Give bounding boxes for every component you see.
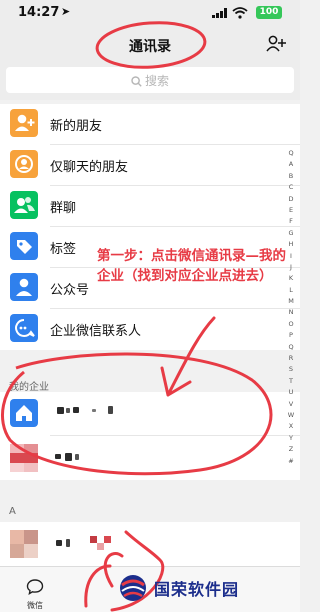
- search-input[interactable]: 搜索: [6, 67, 294, 93]
- menu-item-label: 企业微信联系人: [50, 324, 142, 339]
- alphabet-index-letter[interactable]: V: [286, 399, 296, 410]
- enterprise-list: [0, 392, 300, 480]
- status-bar: 14:27 ➤ 100: [0, 0, 300, 26]
- alphabet-index-letter[interactable]: N: [286, 307, 296, 318]
- alphabet-index-letter[interactable]: Y: [286, 433, 296, 444]
- new-friend-icon: [10, 109, 38, 137]
- menu-item-label: 仅聊天的朋友: [50, 160, 129, 175]
- alphabet-index-letter[interactable]: #: [286, 456, 296, 467]
- menu-item-label: 群聊: [50, 201, 77, 216]
- battery-indicator: 100: [256, 6, 282, 19]
- group-icon: [10, 191, 38, 219]
- section-header-enterprise: 我的企业: [9, 382, 49, 393]
- alphabet-index-letter[interactable]: G: [286, 228, 296, 239]
- alphabet-index-letter[interactable]: Q: [286, 342, 296, 353]
- menu-item-label: 标签: [50, 242, 77, 257]
- menu-item-group-chats[interactable]: 群聊: [0, 186, 300, 227]
- watermark-text: 国荣软件园: [154, 580, 240, 599]
- chat-only-icon: [10, 150, 38, 178]
- alphabet-index-letter[interactable]: F: [286, 216, 296, 227]
- tag-icon: [10, 232, 38, 260]
- alphabet-index-letter[interactable]: P: [286, 330, 296, 341]
- nav-bar: 通讯录: [0, 26, 300, 64]
- location-arrow-icon: ➤: [61, 5, 71, 18]
- tab-chats-label: 微信: [27, 601, 43, 610]
- redacted-avatar: [10, 530, 38, 558]
- menu-item-new-friends[interactable]: 新的朋友: [0, 104, 300, 145]
- section-header-a: A: [9, 506, 16, 517]
- redacted-avatar: [10, 444, 38, 472]
- alphabet-index[interactable]: Q A B C D E F G H I J K L M N O P Q R S T U V W X Y Z #: [286, 148, 296, 467]
- menu-item-label: 公众号: [50, 283, 90, 298]
- search-placeholder: 搜索: [144, 74, 169, 88]
- alphabet-index-letter[interactable]: X: [286, 421, 296, 432]
- alphabet-index-letter[interactable]: U: [286, 387, 296, 398]
- work-contact-icon: [10, 314, 38, 342]
- wifi-icon: [232, 7, 248, 19]
- alphabet-index-letter[interactable]: Z: [286, 444, 296, 455]
- menu-item-work-contacts[interactable]: 企业微信联系人: [0, 309, 300, 350]
- alphabet-index-letter[interactable]: B: [286, 171, 296, 182]
- contact-list: [0, 522, 300, 566]
- search-icon: [131, 76, 142, 87]
- alphabet-index-letter[interactable]: O: [286, 319, 296, 330]
- search-area: 搜索: [0, 64, 300, 100]
- menu-item-label: 新的朋友: [50, 119, 103, 134]
- watermark: 国荣软件园: [118, 571, 296, 605]
- watermark-logo: [120, 575, 146, 601]
- alphabet-index-letter[interactable]: R: [286, 353, 296, 364]
- alphabet-index-letter[interactable]: A: [286, 159, 296, 170]
- alphabet-index-letter[interactable]: Q: [286, 148, 296, 159]
- alphabet-index-letter[interactable]: L: [286, 285, 296, 296]
- alphabet-index-letter[interactable]: E: [286, 205, 296, 216]
- status-time: 14:27: [18, 5, 60, 20]
- enterprise-item[interactable]: [0, 436, 300, 480]
- add-friend-icon[interactable]: [266, 35, 286, 53]
- tab-chats[interactable]: 微信: [18, 579, 52, 611]
- alphabet-index-letter[interactable]: W: [286, 410, 296, 421]
- annotation-text: 第一步：点击微信通讯录—我的企业（找到对应企业点进去）: [97, 248, 286, 284]
- function-list: 新的朋友 仅聊天的朋友 群聊 标签 公众号 企业微信联系人: [0, 104, 300, 350]
- signal-icon: [212, 8, 227, 18]
- menu-item-chat-only-friends[interactable]: 仅聊天的朋友: [0, 145, 300, 186]
- alphabet-index-letter[interactable]: M: [286, 296, 296, 307]
- official-account-icon: [10, 273, 38, 301]
- alphabet-index-letter[interactable]: D: [286, 194, 296, 205]
- enterprise-home-icon: [10, 399, 38, 427]
- alphabet-index-letter[interactable]: C: [286, 182, 296, 193]
- contact-item[interactable]: [0, 522, 300, 566]
- page-title: 通讯录: [129, 39, 171, 55]
- enterprise-item[interactable]: [0, 392, 300, 436]
- alphabet-index-letter[interactable]: T: [286, 376, 296, 387]
- chat-bubble-icon: [26, 579, 44, 595]
- alphabet-index-letter[interactable]: S: [286, 364, 296, 375]
